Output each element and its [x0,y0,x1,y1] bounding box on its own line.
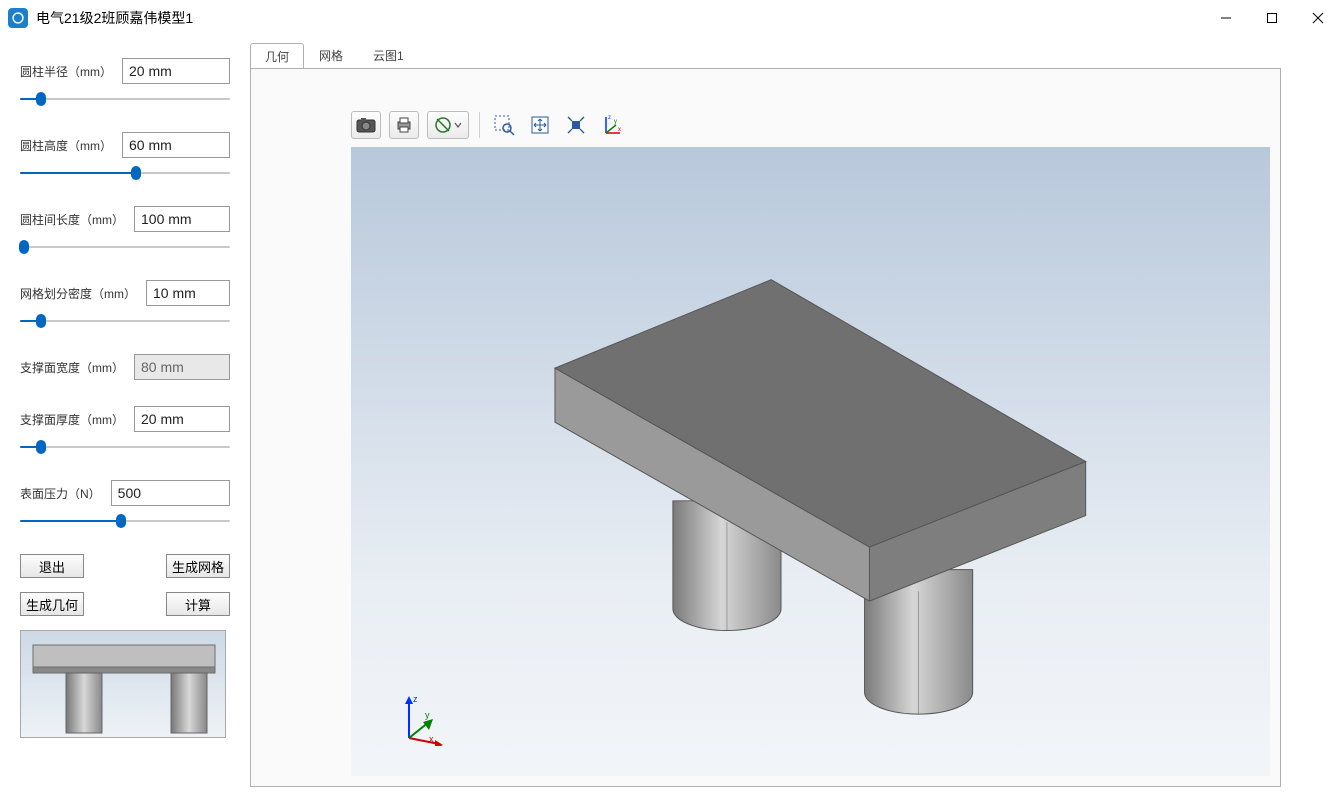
axis-gizmo: z x y [395,690,451,746]
param-label: 网格划分密度（mm） [20,285,136,302]
svg-text:z: z [608,115,611,121]
generate-mesh-button[interactable]: 生成网格 [166,554,230,578]
fit-extents-icon[interactable] [562,111,590,139]
param-label: 圆柱间长度（mm） [20,211,124,228]
support-thickness-input[interactable] [134,406,230,432]
axis-orient-icon[interactable]: z x y [598,111,626,139]
svg-text:z: z [413,694,418,704]
viewport-toolbar: z x y [351,109,626,141]
param-label: 圆柱高度（mm） [20,137,112,154]
model-preview-thumbnail [20,630,226,738]
param-cylinder-spacing: 圆柱间长度（mm） [20,206,230,254]
app-icon [8,8,28,28]
svg-text:x: x [618,127,621,133]
cylinder-spacing-slider[interactable] [20,240,230,254]
svg-text:y: y [425,710,430,720]
param-cylinder-radius: 圆柱半径（mm） [20,58,230,106]
param-label: 支撑面宽度（mm） [20,359,124,376]
zoom-window-icon[interactable] [490,111,518,139]
title-bar: 电气21级2班顾嘉伟模型1 [0,0,1341,36]
cylinder-radius-input[interactable] [122,58,230,84]
window-title: 电气21级2班顾嘉伟模型1 [36,8,193,28]
mesh-density-slider[interactable] [20,314,230,328]
maximize-button[interactable] [1249,0,1295,36]
tab-cloud[interactable]: 云图1 [358,42,419,68]
param-support-width: 支撑面宽度（mm） [20,354,230,380]
exit-button[interactable]: 退出 [20,554,84,578]
generate-geometry-button[interactable]: 生成几何 [20,592,84,616]
print-icon[interactable] [389,111,419,139]
support-width-input [134,354,230,380]
param-cylinder-height: 圆柱高度（mm） [20,132,230,180]
tab-mesh[interactable]: 网格 [304,42,358,68]
sidebar-panel: 圆柱半径（mm） 圆柱高度（mm） 圆柱间长度（mm） [0,36,250,797]
param-surface-pressure: 表面压力（N） [20,480,230,528]
minimize-button[interactable] [1203,0,1249,36]
param-label: 支撑面厚度（mm） [20,411,124,428]
cylinder-height-slider[interactable] [20,166,230,180]
surface-pressure-input[interactable] [111,480,230,506]
pan-icon[interactable] [526,111,554,139]
svg-text:x: x [429,734,434,744]
surface-pressure-slider[interactable] [20,514,230,528]
param-support-thickness: 支撑面厚度（mm） [20,406,230,454]
main-area: 几何 网格 云图1 [250,36,1341,797]
tab-bar: 几何 网格 云图1 [250,42,1281,68]
compute-button[interactable]: 计算 [166,592,230,616]
param-label: 表面压力（N） [20,485,101,502]
globe-stop-icon[interactable] [427,111,469,139]
camera-icon[interactable] [351,111,381,139]
param-label: 圆柱半径（mm） [20,63,112,80]
close-button[interactable] [1295,0,1341,36]
canvas-frame: z x y [250,68,1281,787]
svg-text:y: y [614,119,617,125]
param-mesh-density: 网格划分密度（mm） [20,280,230,328]
cylinder-height-input[interactable] [122,132,230,158]
window-controls [1203,0,1341,36]
model-render [351,147,1270,776]
cylinder-spacing-input[interactable] [134,206,230,232]
support-thickness-slider[interactable] [20,440,230,454]
cylinder-radius-slider[interactable] [20,92,230,106]
3d-viewport[interactable]: z x y [351,147,1270,776]
mesh-density-input[interactable] [146,280,230,306]
tab-geometry[interactable]: 几何 [250,43,304,69]
toolbar-separator [479,112,480,138]
